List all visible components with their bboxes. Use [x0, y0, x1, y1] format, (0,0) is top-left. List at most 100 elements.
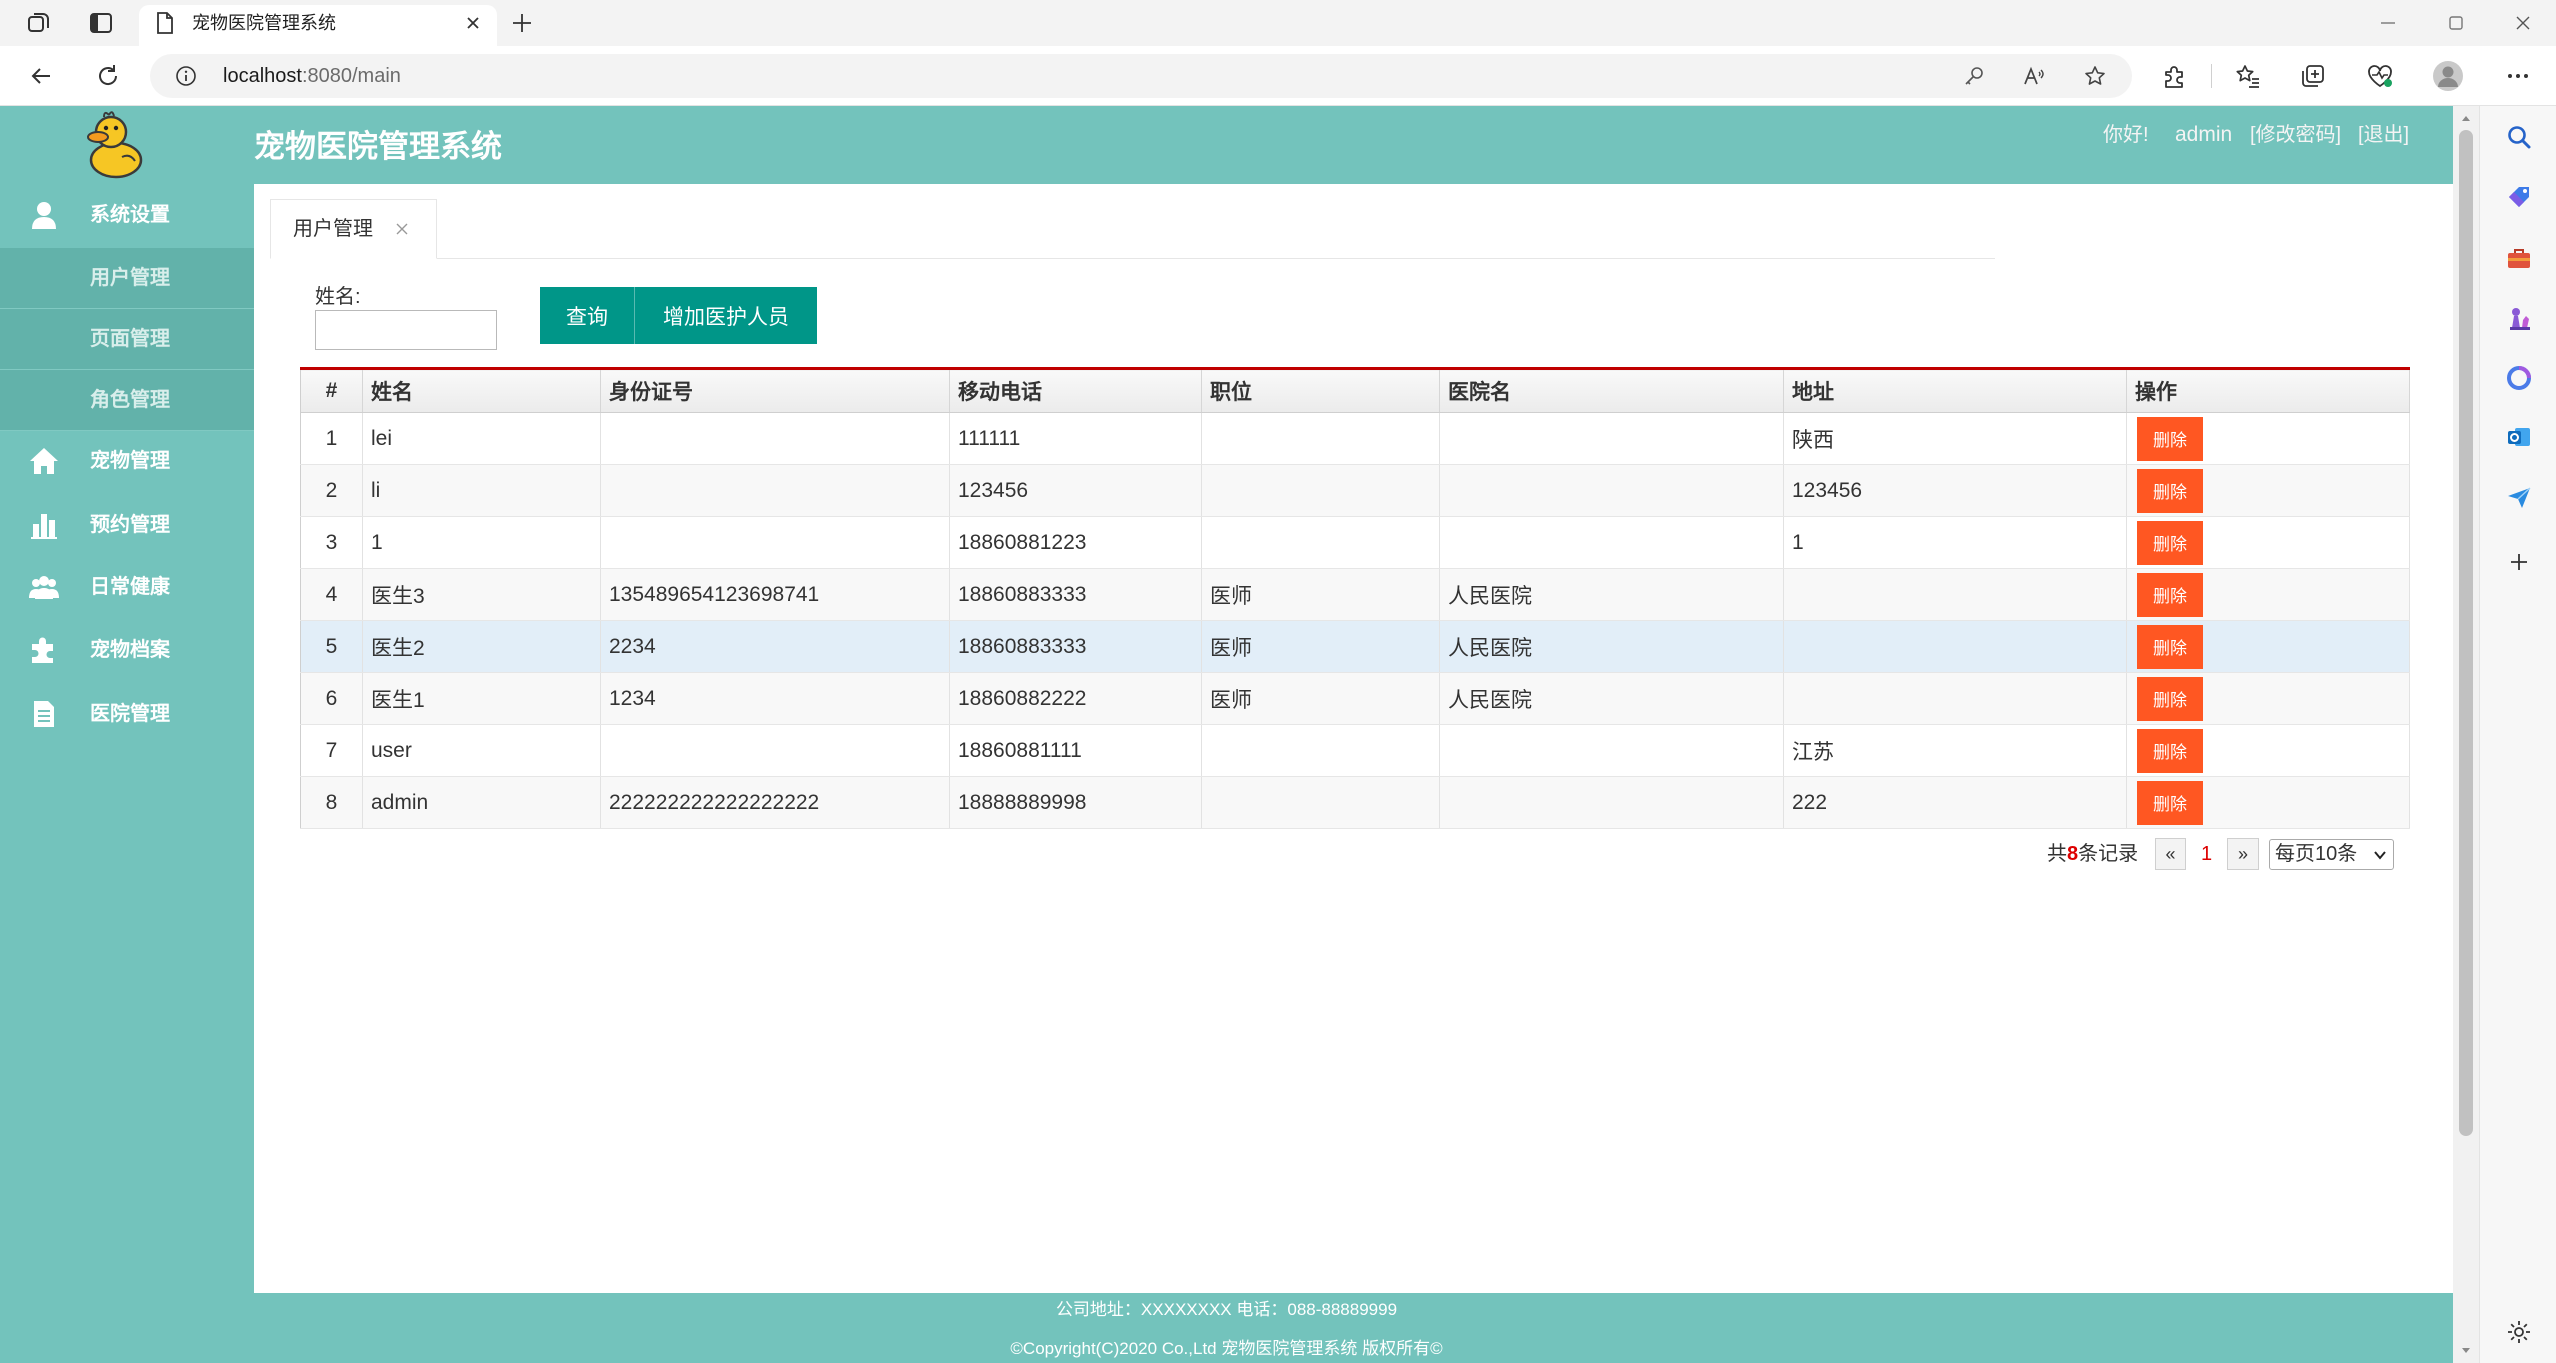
add-icon[interactable]: [2505, 548, 2533, 576]
tab-label: 用户管理: [293, 218, 373, 240]
gear-icon[interactable]: [2505, 1318, 2533, 1346]
delete-button[interactable]: 删除: [2137, 416, 2203, 461]
page-size-select[interactable]: 每页10条: [2269, 839, 2394, 870]
pagination-summary: 共8条记录: [2047, 838, 2138, 870]
cell-id-card: [600, 464, 950, 517]
profile-avatar-icon[interactable]: [2432, 60, 2464, 92]
sidebar-item-appointment-management[interactable]: 预约管理: [0, 497, 254, 553]
query-button[interactable]: 查询: [540, 287, 634, 344]
cell-address: 1: [1783, 516, 2127, 569]
new-tab-icon[interactable]: [510, 11, 534, 35]
back-arrow-icon[interactable]: [27, 62, 55, 90]
window-close-icon[interactable]: [2511, 11, 2535, 35]
address-bar[interactable]: localhost:8080/main: [150, 54, 2132, 98]
table-row: 3 1 18860881223 1 删除: [300, 516, 2410, 569]
document-icon: [29, 699, 59, 729]
cell-name: li: [362, 464, 601, 517]
sidebar-item-pet-management[interactable]: 宠物管理: [0, 433, 254, 489]
copilot-icon[interactable]: [2505, 364, 2533, 392]
close-tab-icon[interactable]: [464, 14, 482, 32]
cell-actions: 删除: [2126, 516, 2410, 569]
games-chess-icon[interactable]: [2505, 304, 2533, 332]
cell-address: 123456: [1783, 464, 2127, 517]
pagination-current-page[interactable]: 1: [2201, 838, 2212, 870]
delete-button[interactable]: 删除: [2137, 728, 2203, 773]
change-password-link[interactable]: [修改密码]: [2250, 122, 2341, 148]
scroll-down-arrow-icon[interactable]: [2460, 1344, 2472, 1356]
close-icon[interactable]: [395, 222, 409, 236]
sidebar-item-label: 宠物管理: [90, 450, 170, 472]
sidebar: 系统设置 用户管理 页面管理 角色管理 宠物管理 预约管理 日常健康 宠物档案 …: [0, 106, 254, 1293]
cell-phone: 18860883333: [949, 620, 1202, 673]
column-header-phone: 移动电话: [949, 368, 1202, 413]
tab-actions-icon[interactable]: [87, 9, 115, 37]
column-header-address: 地址: [1783, 368, 2127, 413]
read-aloud-icon[interactable]: [2022, 64, 2046, 88]
add-medical-staff-button[interactable]: 增加医护人员: [634, 287, 817, 344]
tools-briefcase-icon[interactable]: [2505, 244, 2533, 272]
cell-actions: 删除: [2126, 776, 2410, 829]
name-search-input[interactable]: [315, 310, 497, 350]
logout-link[interactable]: [退出]: [2358, 122, 2409, 148]
sidebar-item-daily-health[interactable]: 日常健康: [0, 559, 254, 615]
sidebar-subitem-label: 页面管理: [90, 328, 170, 350]
sidebar-subitem-user-management[interactable]: 用户管理: [0, 248, 254, 309]
chevron-down-icon: [2373, 849, 2387, 861]
sidebar-subitem-page-management[interactable]: 页面管理: [0, 309, 254, 370]
delete-button[interactable]: 删除: [2137, 572, 2203, 617]
pagination-next-button[interactable]: »: [2227, 838, 2259, 870]
page-icon: [155, 12, 175, 34]
shopping-tag-icon[interactable]: [2505, 183, 2533, 211]
maximize-icon[interactable]: [2444, 11, 2468, 35]
favorites-icon[interactable]: [2234, 62, 2262, 90]
cell-address: [1783, 620, 2127, 673]
tab-user-management[interactable]: 用户管理: [270, 199, 437, 259]
sidebar-item-pet-records[interactable]: 宠物档案: [0, 622, 254, 678]
send-icon[interactable]: [2505, 483, 2533, 511]
cell-actions: 删除: [2126, 672, 2410, 725]
url-host: localhost: [223, 65, 302, 87]
favorite-star-icon[interactable]: [2083, 64, 2107, 88]
pagination-prev-button[interactable]: «: [2155, 838, 2186, 870]
scroll-thumb[interactable]: [2459, 130, 2473, 1136]
delete-button[interactable]: 删除: [2137, 676, 2203, 721]
outlook-icon[interactable]: [2505, 423, 2533, 451]
more-options-icon[interactable]: [2504, 62, 2532, 90]
cell-address: [1783, 568, 2127, 621]
table-row: 6 医生1 1234 18860882222 医师 人民医院 删除: [300, 672, 2410, 725]
edge-sidebar: [2479, 106, 2556, 1363]
browser-tab-title: 宠物医院管理系统: [192, 13, 336, 33]
search-icon[interactable]: [2505, 123, 2533, 151]
url-text[interactable]: localhost:8080/main: [223, 54, 401, 98]
delete-button[interactable]: 删除: [2137, 520, 2203, 565]
cell-phone: 18860883333: [949, 568, 1202, 621]
refresh-icon[interactable]: [94, 62, 122, 90]
group-icon: [29, 572, 59, 602]
cell-no: 1: [300, 412, 363, 465]
sidebar-subitem-role-management[interactable]: 角色管理: [0, 370, 254, 431]
key-icon[interactable]: [1962, 64, 1986, 88]
duck-logo-icon: [82, 109, 144, 179]
delete-button[interactable]: 删除: [2137, 624, 2203, 669]
cell-hospital: [1439, 724, 1784, 777]
performance-heart-icon[interactable]: [2366, 62, 2394, 90]
delete-button[interactable]: 删除: [2137, 780, 2203, 825]
table-row: 1 lei 111111 陕西 删除: [300, 412, 2410, 465]
table-row: 5 医生2 2234 18860883333 医师 人民医院 删除: [300, 620, 2410, 673]
cell-actions: 删除: [2126, 464, 2410, 517]
browser-tab-active[interactable]: 宠物医院管理系统: [139, 5, 497, 46]
page-scrollbar[interactable]: [2453, 106, 2479, 1363]
cell-id-card: [600, 516, 950, 569]
sidebar-item-system-settings[interactable]: 系统设置: [0, 187, 254, 243]
extensions-icon[interactable]: [2160, 62, 2188, 90]
sidebar-item-hospital-management[interactable]: 医院管理: [0, 686, 254, 742]
scroll-up-arrow-icon[interactable]: [2460, 113, 2472, 125]
minimize-icon[interactable]: [2376, 11, 2400, 35]
cell-phone: 111111: [949, 412, 1202, 465]
tab-bar-divider: [270, 258, 1995, 259]
collections-icon[interactable]: [2299, 62, 2327, 90]
footer-copyright: ©Copyright(C)2020 Co.,Ltd 宠物医院管理系统 版权所有©: [1010, 1339, 1443, 1358]
site-info-icon[interactable]: [175, 65, 197, 87]
workspaces-icon[interactable]: [25, 9, 53, 37]
delete-button[interactable]: 删除: [2137, 468, 2203, 513]
